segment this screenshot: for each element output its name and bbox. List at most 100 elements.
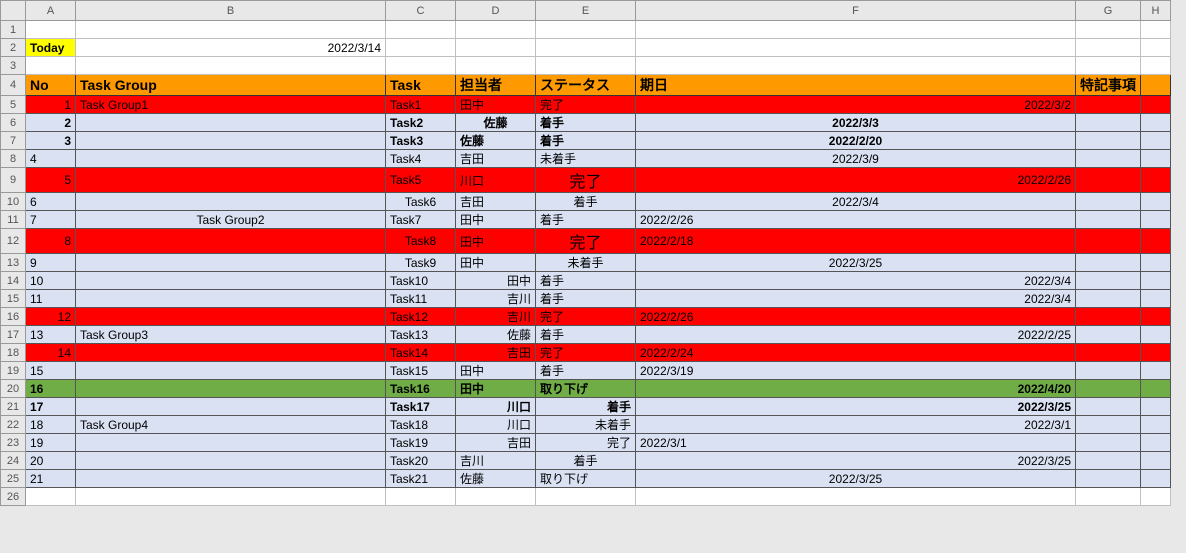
- cell-no[interactable]: 11: [26, 290, 76, 308]
- cell-assignee[interactable]: 吉田: [456, 193, 536, 211]
- cell-status[interactable]: 着手: [536, 132, 636, 150]
- cell-task[interactable]: Task18: [386, 416, 456, 434]
- cell[interactable]: [636, 21, 1076, 39]
- row-header[interactable]: 18: [1, 344, 26, 362]
- cell[interactable]: [26, 488, 76, 506]
- cell-no[interactable]: 21: [26, 470, 76, 488]
- cell-status[interactable]: 着手: [536, 272, 636, 290]
- cell-task[interactable]: Task21: [386, 470, 456, 488]
- cell[interactable]: [76, 21, 386, 39]
- cell-task-group[interactable]: Task Group4: [76, 416, 386, 434]
- cell-assignee[interactable]: 佐藤: [456, 470, 536, 488]
- col-header-H[interactable]: H: [1141, 1, 1171, 21]
- cell-status[interactable]: 着手: [536, 326, 636, 344]
- cell-task[interactable]: Task7: [386, 211, 456, 229]
- cell-notes[interactable]: [1076, 452, 1141, 470]
- cell[interactable]: [456, 488, 536, 506]
- cell[interactable]: [1141, 488, 1171, 506]
- cell-assignee[interactable]: 吉川: [456, 452, 536, 470]
- cell[interactable]: [1141, 21, 1171, 39]
- row-header[interactable]: 15: [1, 290, 26, 308]
- row-header[interactable]: 21: [1, 398, 26, 416]
- cell-no[interactable]: 14: [26, 344, 76, 362]
- cell-notes[interactable]: [1076, 132, 1141, 150]
- cell-notes[interactable]: [1076, 362, 1141, 380]
- cell-task-group[interactable]: Task Group3: [76, 326, 386, 344]
- col-header-G[interactable]: G: [1076, 1, 1141, 21]
- cell-due[interactable]: 2022/3/25: [636, 254, 1076, 272]
- cell-status[interactable]: 取り下げ: [536, 470, 636, 488]
- cell-due[interactable]: 2022/3/4: [636, 272, 1076, 290]
- header-task-group[interactable]: Task Group: [76, 75, 386, 96]
- row-header[interactable]: 6: [1, 114, 26, 132]
- cell-status[interactable]: 完了: [536, 96, 636, 114]
- row-header[interactable]: 19: [1, 362, 26, 380]
- cell[interactable]: [1141, 290, 1171, 308]
- cell[interactable]: [1141, 362, 1171, 380]
- row-header[interactable]: 16: [1, 308, 26, 326]
- select-all-corner[interactable]: [1, 1, 26, 21]
- cell-task[interactable]: Task6: [386, 193, 456, 211]
- cell-no[interactable]: 9: [26, 254, 76, 272]
- cell[interactable]: [386, 21, 456, 39]
- row-header[interactable]: 7: [1, 132, 26, 150]
- cell[interactable]: [456, 21, 536, 39]
- row-header[interactable]: 26: [1, 488, 26, 506]
- cell[interactable]: [536, 57, 636, 75]
- cell[interactable]: [1141, 272, 1171, 290]
- cell-due[interactable]: 2022/2/26: [636, 168, 1076, 193]
- cell-notes[interactable]: [1076, 398, 1141, 416]
- cell-status[interactable]: 着手: [536, 452, 636, 470]
- cell-no[interactable]: 17: [26, 398, 76, 416]
- cell[interactable]: [386, 57, 456, 75]
- cell-assignee[interactable]: 佐藤: [456, 114, 536, 132]
- cell-status[interactable]: 着手: [536, 114, 636, 132]
- cell-task[interactable]: Task9: [386, 254, 456, 272]
- cell-task[interactable]: Task11: [386, 290, 456, 308]
- cell[interactable]: [1141, 57, 1171, 75]
- cell-notes[interactable]: [1076, 150, 1141, 168]
- cell-no[interactable]: 4: [26, 150, 76, 168]
- cell-no[interactable]: 1: [26, 96, 76, 114]
- cell-assignee[interactable]: 田中: [456, 272, 536, 290]
- cell-due[interactable]: 2022/3/1: [636, 416, 1076, 434]
- cell[interactable]: [386, 39, 456, 57]
- cell[interactable]: [386, 488, 456, 506]
- cell[interactable]: [1141, 39, 1171, 57]
- header-notes[interactable]: 特記事項: [1076, 75, 1141, 96]
- cell[interactable]: [1141, 452, 1171, 470]
- cell-status[interactable]: 着手: [536, 193, 636, 211]
- cell[interactable]: [76, 57, 386, 75]
- cell-due[interactable]: 2022/3/9: [636, 150, 1076, 168]
- row-header[interactable]: 8: [1, 150, 26, 168]
- today-label[interactable]: Today: [26, 39, 76, 57]
- row-header[interactable]: 13: [1, 254, 26, 272]
- cell[interactable]: [1141, 193, 1171, 211]
- cell[interactable]: [26, 57, 76, 75]
- cell-due[interactable]: 2022/2/26: [636, 308, 1076, 326]
- cell-task-group[interactable]: [76, 114, 386, 132]
- cell-assignee[interactable]: 田中: [456, 254, 536, 272]
- cell[interactable]: [1141, 75, 1171, 96]
- cell-assignee[interactable]: 吉川: [456, 290, 536, 308]
- cell-task-group[interactable]: [76, 168, 386, 193]
- cell-assignee[interactable]: 吉田: [456, 344, 536, 362]
- row-header[interactable]: 20: [1, 380, 26, 398]
- cell-task[interactable]: Task2: [386, 114, 456, 132]
- row-header[interactable]: 12: [1, 229, 26, 254]
- cell-notes[interactable]: [1076, 416, 1141, 434]
- cell-due[interactable]: 2022/3/25: [636, 470, 1076, 488]
- cell-assignee[interactable]: 佐藤: [456, 326, 536, 344]
- cell-status[interactable]: 着手: [536, 290, 636, 308]
- row-header[interactable]: 5: [1, 96, 26, 114]
- col-header-D[interactable]: D: [456, 1, 536, 21]
- row-header[interactable]: 23: [1, 434, 26, 452]
- row-header[interactable]: 17: [1, 326, 26, 344]
- cell-task[interactable]: Task3: [386, 132, 456, 150]
- cell-task-group[interactable]: [76, 470, 386, 488]
- cell-task-group[interactable]: [76, 398, 386, 416]
- cell[interactable]: [1141, 114, 1171, 132]
- cell-status[interactable]: 完了: [536, 168, 636, 193]
- col-header-A[interactable]: A: [26, 1, 76, 21]
- row-header[interactable]: 22: [1, 416, 26, 434]
